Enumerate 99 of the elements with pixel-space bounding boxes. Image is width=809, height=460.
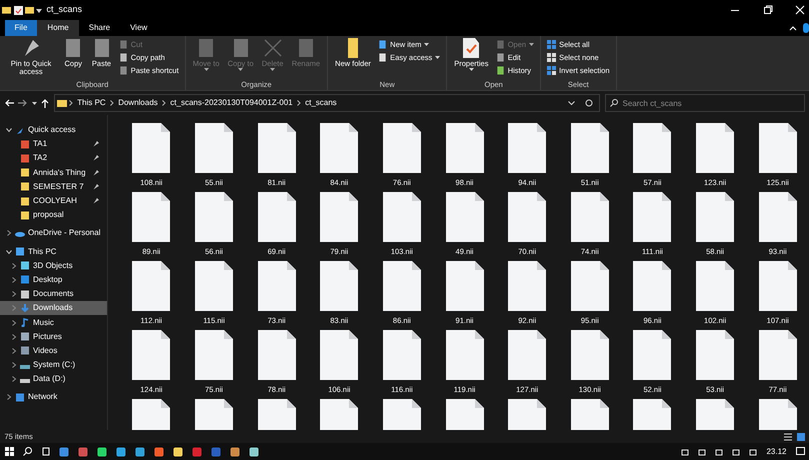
file-icon (570, 261, 609, 311)
search-icon[interactable] (22, 447, 32, 456)
refresh-icon[interactable] (584, 99, 593, 107)
grid-icon (547, 66, 556, 75)
file-icon (633, 330, 672, 380)
file-icon (508, 192, 546, 242)
tree-item[interactable]: Network (0, 390, 107, 405)
breadcrumb[interactable]: Downloads (116, 97, 160, 109)
file-icon (570, 192, 609, 242)
file-icon (320, 192, 358, 242)
file-icon (758, 192, 797, 242)
tree-item[interactable]: Data (D:) (0, 372, 107, 386)
search-field[interactable]: Search ct_scans (604, 94, 804, 112)
window-title: ct_scans (46, 3, 82, 16)
file-icon (696, 192, 734, 242)
tree-item[interactable]: Annida's Thing (0, 166, 107, 180)
back-icon[interactable] (4, 99, 14, 107)
file-icon (132, 192, 170, 242)
tree-item[interactable]: OneDrive - Personal (0, 226, 107, 240)
dropdown-icon (36, 7, 42, 13)
maximize-icon[interactable] (762, 5, 772, 15)
file-icon (508, 123, 546, 173)
file-icon (758, 330, 797, 380)
ribbon-tab[interactable]: File (4, 20, 38, 36)
file-icon (132, 261, 170, 311)
delete-icon (262, 38, 283, 58)
ribbon-tab[interactable]: Share (78, 20, 120, 36)
file-icon (194, 123, 233, 173)
large-icons-view-icon[interactable] (796, 432, 804, 440)
clock[interactable]: 23.12 (766, 446, 786, 458)
file-icon (382, 330, 421, 380)
file-icon (446, 123, 484, 173)
file-icon (320, 261, 358, 311)
close-icon[interactable] (794, 5, 805, 15)
file-icon (696, 330, 734, 380)
up-icon[interactable] (41, 98, 49, 108)
file-icon (382, 261, 421, 311)
file-icon (258, 123, 296, 173)
breadcrumb[interactable]: ct_scans-20230130T094001Z-001 (168, 97, 295, 109)
file-icon (696, 261, 734, 311)
file-icon (194, 261, 233, 311)
breadcrumb[interactable]: ct_scans (303, 97, 339, 109)
file-icon (633, 192, 672, 242)
start-icon[interactable] (4, 447, 14, 456)
file-icon (320, 123, 358, 173)
collapse-ribbon-icon[interactable] (789, 24, 797, 32)
file-icon (633, 261, 672, 311)
file-icon (570, 330, 609, 380)
download-icon (20, 304, 30, 313)
file-icon (132, 123, 170, 173)
file-icon (570, 123, 609, 173)
tree-item[interactable]: Downloads (0, 301, 107, 316)
file-icon (382, 192, 421, 242)
grid-icon (547, 40, 556, 49)
file-icon (194, 330, 233, 380)
help-icon[interactable] (803, 23, 809, 33)
file-icon (132, 330, 170, 380)
breadcrumb[interactable]: This PC (75, 97, 108, 109)
details-view-icon[interactable] (784, 432, 792, 440)
file-icon (446, 330, 484, 380)
music-icon (20, 318, 30, 328)
file-icon (633, 123, 672, 173)
forward-icon[interactable] (18, 99, 27, 107)
file-icon (696, 123, 734, 173)
ribbon-tab[interactable]: View (120, 20, 158, 36)
tree-item[interactable]: TA2 (0, 151, 107, 166)
grid-icon (547, 53, 556, 62)
tree-item[interactable]: Desktop (0, 272, 107, 288)
tree-item[interactable]: Documents (0, 287, 107, 302)
file-icon (446, 261, 484, 311)
task-view-icon[interactable] (40, 447, 50, 456)
file-icon (446, 192, 484, 242)
file-icon (258, 330, 296, 380)
file-icon (758, 261, 797, 311)
ribbon-tab[interactable]: Home (37, 20, 79, 36)
tree-item[interactable]: Pictures (0, 330, 107, 344)
tree-item[interactable]: Videos (0, 344, 107, 358)
tree-item[interactable]: This PC (0, 244, 107, 259)
file-icon (508, 261, 546, 311)
file-icon (258, 261, 296, 311)
file-icon (382, 123, 421, 173)
file-icon (258, 192, 296, 242)
file-icon (320, 330, 358, 380)
file-icon (758, 123, 797, 173)
tree-item[interactable]: COOLYEAH (0, 194, 107, 208)
search-icon (610, 99, 618, 107)
tree-item[interactable]: proposal (0, 208, 107, 222)
tree-item[interactable]: System (C:) (0, 358, 107, 372)
file-icon (508, 330, 546, 380)
file-icon (194, 192, 233, 242)
search-field[interactable]: Search ct_scans (622, 96, 772, 110)
dropdown-icon[interactable] (568, 100, 574, 106)
tree-item[interactable]: Quick access (0, 123, 107, 138)
recent-locations-icon[interactable] (32, 102, 36, 104)
properties-icon (461, 38, 482, 58)
tree-item[interactable]: SEMESTER 7 (0, 180, 107, 194)
tree-item[interactable]: 3D Objects (0, 258, 107, 273)
tree-item[interactable]: TA1 (0, 137, 107, 152)
tree-item[interactable]: Music (0, 315, 107, 330)
